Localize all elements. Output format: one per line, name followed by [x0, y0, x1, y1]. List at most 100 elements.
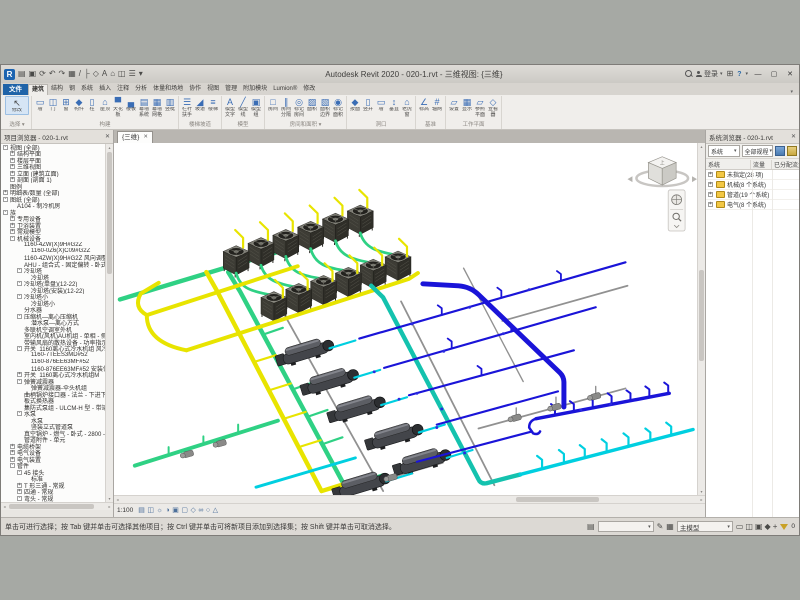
open-icon[interactable]: ▤: [18, 69, 26, 79]
expand-icon[interactable]: +: [10, 158, 15, 163]
reveal-hidden-icon[interactable]: ○: [206, 505, 210, 516]
column-header[interactable]: 流量: [751, 160, 772, 169]
expand-icon[interactable]: -: [17, 470, 22, 475]
ribbon-tab[interactable]: 协作: [186, 84, 204, 95]
crop-region-icon[interactable]: ▢: [181, 505, 188, 516]
navigation-bar[interactable]: [668, 190, 685, 231]
restore-button[interactable]: ▢: [768, 70, 780, 78]
expand-icon[interactable]: +: [10, 444, 15, 449]
expand-icon[interactable]: +: [708, 202, 713, 207]
ribbon-button[interactable]: ☰ 栏杆扶手: [181, 96, 193, 118]
ribbon-button[interactable]: ▨ 面积: [306, 96, 318, 113]
ribbon-button[interactable]: ▦ 幕墙网格: [151, 96, 163, 118]
ribbon-tab[interactable]: 结构: [48, 84, 66, 95]
expand-icon[interactable]: -: [17, 268, 22, 273]
scrollbar-vertical[interactable]: ▴ ▾: [697, 143, 705, 495]
ribbon-button[interactable]: ◆ 构件: [73, 96, 85, 113]
save-icon[interactable]: ▣: [29, 69, 37, 79]
project-browser-header[interactable]: 项目浏览器 - 020-1.rvt ✕: [1, 130, 113, 144]
system-browser-header[interactable]: 系统浏览器 - 020-1.rvt ✕: [706, 130, 799, 144]
ribbon-button[interactable]: ◉ 标记面积: [332, 96, 344, 118]
autofit-columns-icon[interactable]: [775, 146, 785, 156]
sign-in-button[interactable]: 登录▾: [696, 69, 723, 79]
ribbon-button[interactable]: ▭ 墙: [375, 96, 387, 113]
ribbon-button[interactable]: ⊞ 窗: [60, 96, 72, 113]
ribbon-button[interactable]: ▧ 面积边界: [319, 96, 331, 118]
expand-icon[interactable]: +: [10, 450, 15, 455]
panel-label[interactable]: 洞口: [349, 122, 413, 129]
drawing-area[interactable]: 上 ▴: [114, 143, 705, 495]
shadows-icon[interactable]: ◑: [165, 505, 169, 516]
system-row[interactable]: + 未指定(28 项): [706, 170, 799, 180]
workset-select[interactable]: ▾: [598, 521, 654, 532]
ribbon-tab[interactable]: 体量和场地: [150, 84, 186, 95]
column-settings-icon[interactable]: [787, 146, 797, 156]
ribbon-button[interactable]: ▥ 竖梃: [164, 96, 176, 113]
ribbon-button[interactable]: ▯ 竖井: [362, 96, 374, 113]
search-icon[interactable]: [685, 70, 692, 79]
ribbon-button[interactable]: ◆ 按面: [349, 96, 361, 113]
revit-logo-icon[interactable]: R: [4, 69, 15, 80]
ribbon-button[interactable]: ◫ 门: [47, 96, 59, 113]
expand-icon[interactable]: +: [708, 172, 713, 177]
close-icon[interactable]: ✕: [105, 133, 110, 140]
ribbon-tab[interactable]: 管理: [222, 84, 240, 95]
ribbon-button[interactable]: ⌂ 老虎窗: [401, 96, 413, 118]
expand-icon[interactable]: -: [17, 411, 22, 416]
help-dropdown-icon[interactable]: ▾: [745, 71, 748, 77]
panel-label[interactable]: 楼梯坡道: [181, 122, 219, 129]
scrollbar-horizontal[interactable]: ◂ ▸: [114, 495, 705, 503]
expand-icon[interactable]: +: [10, 223, 15, 228]
drag-on-selection-icon[interactable]: +: [773, 522, 778, 532]
hide-isolate-icon[interactable]: ∞: [198, 505, 203, 516]
ribbon-button[interactable]: ≡ 楼梯: [207, 96, 219, 113]
aligned-dimension-icon[interactable]: ├: [84, 69, 90, 79]
expand-icon[interactable]: -: [17, 346, 22, 351]
panel-label[interactable]: 构建: [34, 122, 176, 129]
undo-icon[interactable]: ↶: [49, 69, 56, 79]
ribbon-button[interactable]: ↖ 修改: [5, 96, 29, 115]
ribbon-button[interactable]: ∠ 标高: [418, 96, 430, 113]
scrollbar-vertical[interactable]: ▴ ▾: [105, 144, 113, 502]
ribbon-button[interactable]: ▱ 参照平面: [474, 96, 486, 118]
ribbon-button[interactable]: ⌂ 屋顶: [99, 96, 111, 113]
measure-icon[interactable]: /: [79, 69, 81, 79]
expand-icon[interactable]: +: [17, 489, 22, 494]
expand-icon[interactable]: +: [10, 216, 15, 221]
expand-icon[interactable]: +: [10, 229, 15, 234]
view-cube[interactable]: 上: [627, 157, 697, 186]
ribbon-button[interactable]: ▣ 模型组: [250, 96, 262, 118]
default-3d-view-icon[interactable]: ⌂: [110, 69, 115, 79]
ribbon-tab[interactable]: 附加模块: [240, 84, 270, 95]
analytical-model-icon[interactable]: △: [213, 505, 218, 516]
filter-icon[interactable]: [780, 524, 788, 530]
expand-icon[interactable]: +: [708, 192, 713, 197]
design-option-select[interactable]: 主模型▾: [677, 521, 733, 532]
ribbon-button[interactable]: ╱ 模型线: [237, 96, 249, 118]
expand-icon[interactable]: -: [17, 281, 22, 286]
ribbon-button[interactable]: ↕ 垂直: [388, 96, 400, 113]
help-icon[interactable]: ?: [737, 71, 741, 78]
scale-control[interactable]: 1:100: [117, 507, 135, 514]
view-filter-select[interactable]: 系统▾: [708, 145, 740, 157]
tag-icon[interactable]: ◇: [93, 69, 99, 79]
text-icon[interactable]: A: [102, 69, 107, 79]
ribbon-button[interactable]: ▱ 设置: [448, 96, 460, 113]
app-store-icon[interactable]: ⊞: [727, 69, 734, 79]
ribbon-button[interactable]: # 轴网: [431, 96, 443, 113]
ribbon-tab[interactable]: 钢: [66, 84, 78, 95]
column-header[interactable]: 系统: [706, 160, 751, 169]
expand-icon[interactable]: +: [708, 182, 713, 187]
expand-icon[interactable]: +: [10, 164, 15, 169]
expand-icon[interactable]: +: [10, 177, 15, 182]
expand-icon[interactable]: -: [17, 496, 22, 501]
expand-icon[interactable]: -: [3, 197, 8, 202]
worksets-icon[interactable]: ▤: [587, 522, 595, 532]
ribbon-button[interactable]: ∥ 房间分隔: [280, 96, 292, 118]
ribbon-button[interactable]: ▤ 幕墙系统: [138, 96, 150, 118]
panel-label[interactable]: 基准: [418, 122, 443, 129]
expand-icon[interactable]: -: [3, 210, 8, 215]
ribbon-button[interactable]: ▯ 柱: [86, 96, 98, 113]
ribbon-button[interactable]: □ 房间: [267, 96, 279, 113]
expand-icon[interactable]: +: [3, 190, 8, 195]
